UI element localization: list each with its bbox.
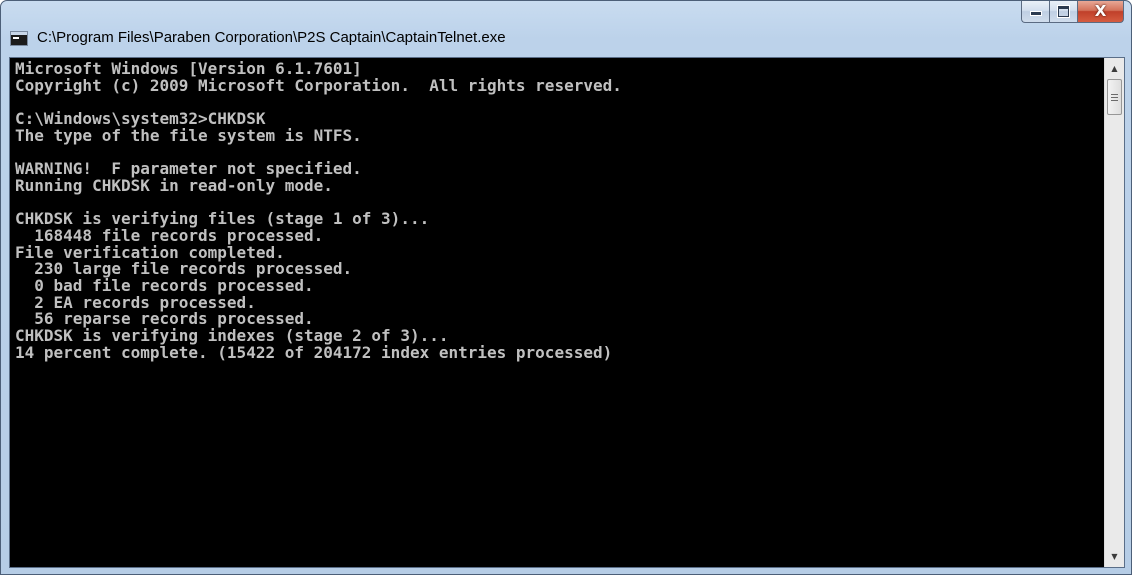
caption-buttons: X [1021, 1, 1124, 23]
console-line: 14 percent complete. (15422 of 204172 in… [15, 342, 613, 362]
minimize-button[interactable] [1021, 1, 1049, 23]
close-button[interactable]: X [1077, 1, 1124, 23]
title-bar[interactable]: C:\Program Files\Paraben Corporation\P2S… [1, 1, 1131, 57]
console-line: The type of the file system is NTFS. [15, 125, 362, 145]
vertical-scrollbar[interactable]: ▲ ▼ [1104, 58, 1124, 567]
close-icon: X [1094, 2, 1107, 20]
console-icon[interactable] [10, 31, 28, 46]
maximize-icon [1058, 6, 1069, 17]
console-line: Copyright (c) 2009 Microsoft Corporation… [15, 75, 622, 95]
maximize-button[interactable] [1049, 1, 1077, 23]
console-text[interactable]: Microsoft Windows [Version 6.1.7601] Copy… [15, 61, 1085, 565]
console-line: Running CHKDSK in read-only mode. [15, 175, 333, 195]
minimize-icon [1029, 11, 1042, 16]
window-title: C:\Program Files\Paraben Corporation\P2S… [37, 29, 506, 46]
grip-icon [1111, 93, 1118, 101]
scroll-up-icon[interactable]: ▲ [1105, 60, 1124, 77]
scroll-thumb[interactable] [1107, 79, 1122, 115]
scroll-down-icon[interactable]: ▼ [1105, 548, 1124, 565]
console-output-area[interactable]: Microsoft Windows [Version 6.1.7601] Copy… [9, 57, 1125, 568]
console-window: C:\Program Files\Paraben Corporation\P2S… [0, 0, 1132, 575]
